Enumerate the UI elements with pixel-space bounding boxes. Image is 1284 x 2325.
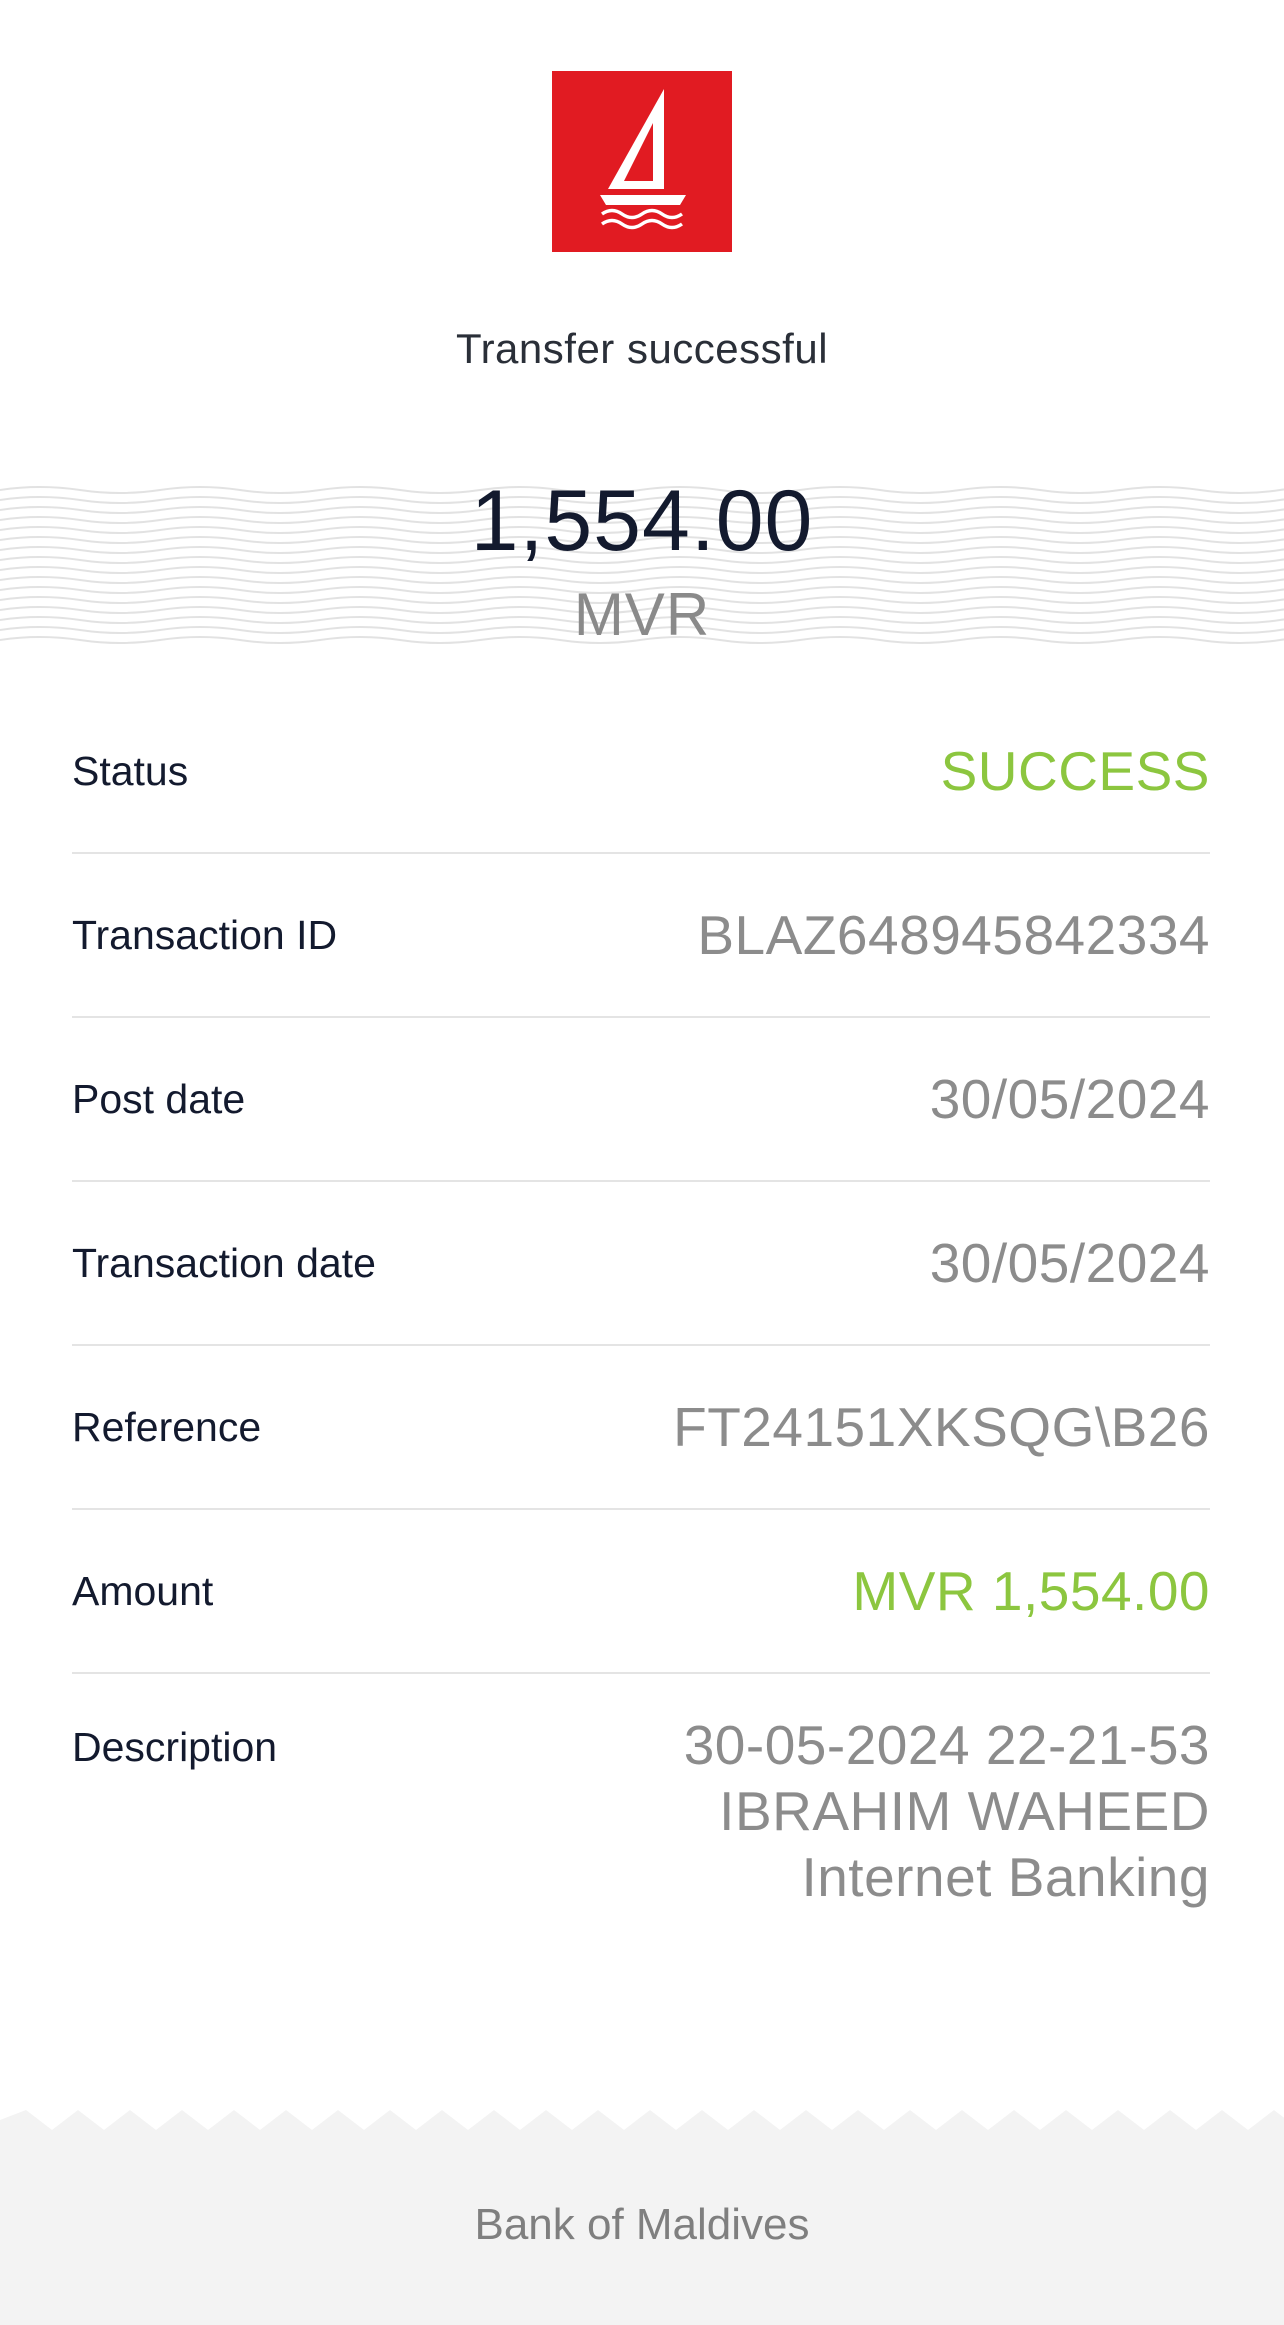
detail-row-transaction-date: Transaction date 30/05/2024: [72, 1182, 1210, 1346]
bank-name: Bank of Maldives: [474, 2200, 810, 2249]
description-label: Description: [72, 1724, 278, 1770]
post-date-value: 30/05/2024: [929, 1068, 1210, 1130]
transfer-currency: MVR: [573, 581, 711, 648]
description-line: Internet Banking: [801, 1846, 1210, 1908]
transaction-details: Status SUCCESS Transaction ID BLAZ648945…: [72, 690, 1210, 1908]
description-value: 30-05-2024 22-21-53 IBRAHIM WAHEED Inter…: [684, 1712, 1210, 1910]
reference-value[interactable]: FT24151XKSQG\B26: [673, 1395, 1210, 1459]
reference-label: Reference: [72, 1403, 262, 1450]
detail-row-post-date: Post date 30/05/2024: [72, 1018, 1210, 1182]
transfer-amount: 1,554.00: [470, 473, 814, 569]
detail-row-transaction-id: Transaction ID BLAZ648945842334: [72, 854, 1210, 1018]
detail-row-amount: Amount MVR 1,554.00: [72, 1510, 1210, 1674]
detail-row-description: Description 30-05-2024 22-21-53 IBRAHIM …: [72, 1674, 1210, 1908]
post-date-label: Post date: [72, 1075, 246, 1122]
status-value: SUCCESS: [940, 740, 1210, 802]
transfer-status-heading: Transfer successful: [455, 325, 829, 372]
transaction-id-label: Transaction ID: [72, 911, 338, 958]
detail-row-status: Status SUCCESS: [72, 690, 1210, 854]
transaction-date-value: 30/05/2024: [929, 1232, 1210, 1294]
detail-row-reference: Reference FT24151XKSQG\B26: [72, 1346, 1210, 1510]
description-line: IBRAHIM WAHEED: [719, 1780, 1210, 1842]
sailboat-icon: [600, 89, 686, 230]
description-line: 30-05-2024 22-21-53: [683, 1714, 1210, 1776]
zigzag-edge: [0, 2110, 1284, 2140]
bank-logo: [552, 71, 732, 252]
amount-label: Amount: [72, 1567, 214, 1614]
receipt-footer: Bank of Maldives: [0, 2110, 1284, 2325]
status-label: Status: [72, 747, 189, 794]
transaction-date-label: Transaction date: [72, 1239, 376, 1286]
amount-value: MVR 1,554.00: [852, 1560, 1210, 1622]
transaction-id-value[interactable]: BLAZ648945842334: [697, 903, 1210, 967]
